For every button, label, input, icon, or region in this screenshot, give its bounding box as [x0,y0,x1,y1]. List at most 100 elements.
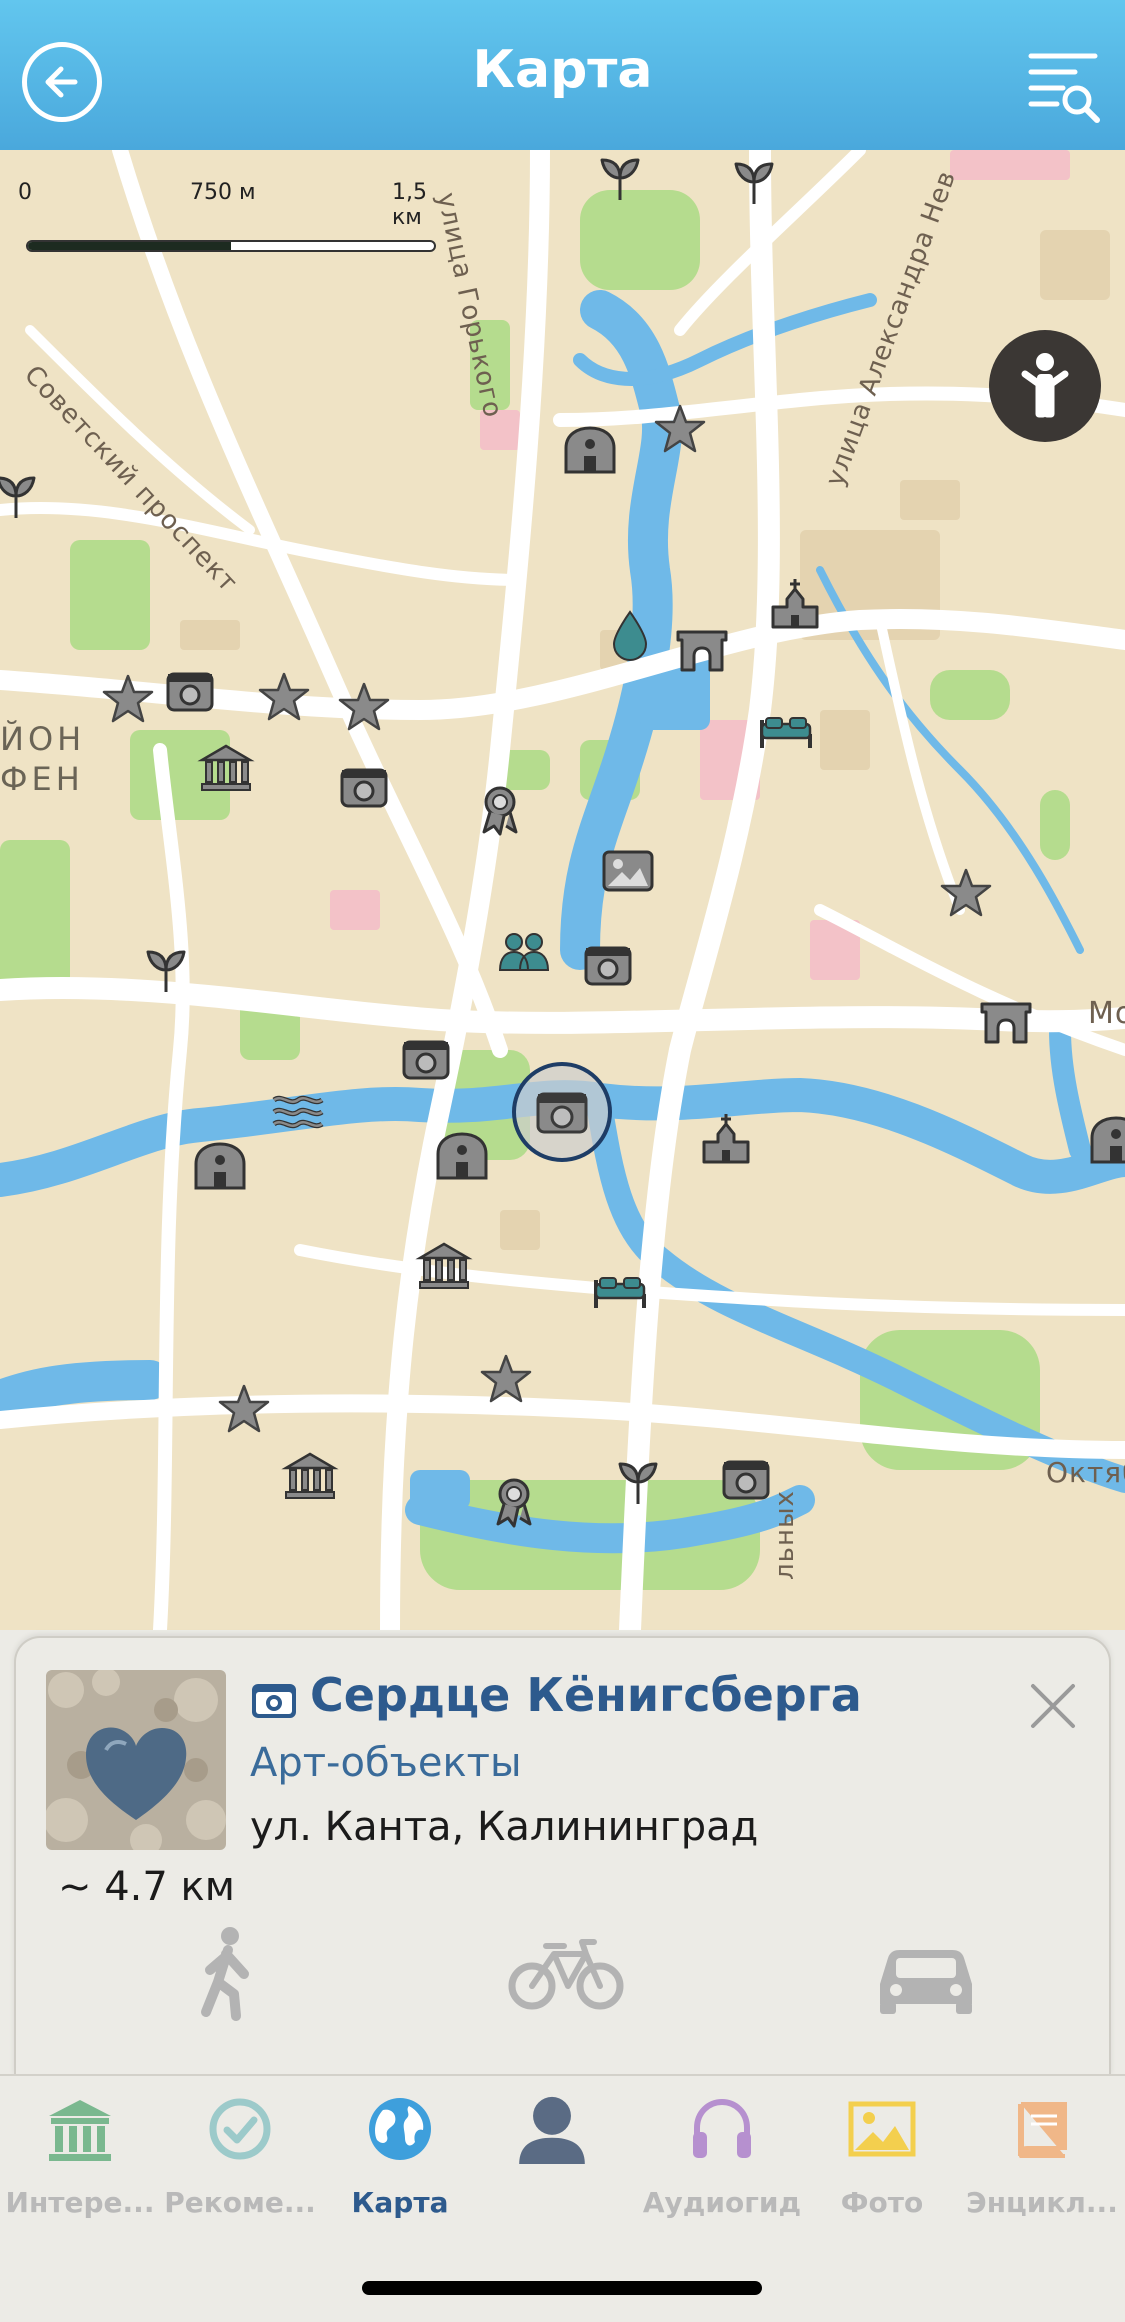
profile-icon [519,2096,585,2164]
page-title: Карта [472,40,653,100]
street-label: Мо [1088,996,1125,1031]
star-icon [258,672,310,721]
tab-recommended[interactable]: Рекоме... [160,2094,320,2244]
scale-bar-fill [28,242,231,250]
poi-marker[interactable] [0,466,46,526]
poi-marker[interactable] [696,1110,756,1170]
arch-icon [676,630,728,672]
top-bar: Карта [0,0,1125,150]
tab-label: Карта [351,2186,449,2219]
my-location-button[interactable] [989,330,1101,442]
poi-marker[interactable] [432,1126,492,1186]
star-icon [338,682,390,731]
water-drop-icon [612,610,648,662]
poi-marker[interactable] [724,152,784,212]
star-icon [480,1354,532,1403]
poi-marker[interactable] [560,420,620,480]
poi-marker[interactable] [765,575,825,635]
poi-marker[interactable] [672,618,732,678]
place-distance: ~ 4.7 км [58,1864,235,1910]
poi-marker[interactable] [214,1380,274,1440]
poi-marker[interactable] [160,662,220,722]
poi-marker[interactable] [196,738,256,798]
person-icon [1021,353,1069,418]
poi-marker[interactable] [396,1030,456,1090]
poi-marker[interactable] [650,400,710,460]
place-title: Сердце Кёнигсберга [310,1668,862,1722]
map-view[interactable]: 0 750 м 1,5 км Советский проспект улица … [0,150,1125,1630]
poi-marker[interactable] [334,678,394,738]
car-button[interactable] [866,1924,986,2024]
walk-button[interactable] [166,1924,286,2024]
camera-icon [252,1684,296,1718]
bed-icon [760,717,812,748]
place-thumbnail [46,1670,226,1850]
book-icon [1018,2102,1067,2158]
poi-marker[interactable] [334,758,394,818]
camera-icon [166,672,214,712]
bike-button[interactable] [506,1924,626,2024]
museum-icon [415,1242,473,1289]
poi-marker[interactable] [268,1080,328,1140]
tab-audioguide[interactable]: Аудиогид [642,2094,802,2244]
poi-marker[interactable] [136,940,196,1000]
arch-icon [980,1002,1032,1044]
district-label: ЙОН [0,720,86,758]
poi-marker[interactable] [280,1446,340,1506]
car-icon [880,1950,972,2014]
headphones-icon [693,2098,751,2158]
place-card[interactable]: Сердце Кёнигсберга Арт-объекты ул. Канта… [14,1636,1111,2076]
poi-marker[interactable] [98,670,158,730]
camera-icon [584,946,632,986]
museum-icon [49,2100,111,2161]
plant-icon [618,1462,658,1504]
poi-marker[interactable] [936,864,996,924]
tab-label: Аудиогид [642,2186,802,2219]
poi-marker[interactable] [190,1136,250,1196]
people-icon [498,933,550,971]
poi-marker[interactable] [756,700,816,760]
poi-marker[interactable] [590,150,650,208]
poi-marker[interactable] [494,920,554,980]
filter-search-button[interactable] [1023,46,1103,126]
museum-icon [197,744,255,791]
tab-map[interactable]: Карта [320,2094,480,2244]
church-icon [702,1114,750,1164]
poi-marker[interactable] [476,1350,536,1410]
poi-marker[interactable] [600,606,660,666]
scale-label-max: 1,5 км [392,180,427,230]
poi-marker[interactable] [254,668,314,728]
waves-icon [272,1095,324,1129]
tab-profile[interactable] [482,2094,642,2244]
poi-marker[interactable] [1086,1110,1125,1170]
scale-label-zero: 0 [18,180,32,205]
tab-photo[interactable]: Фото [802,2094,962,2244]
poi-marker[interactable] [414,1236,474,1296]
close-card-button[interactable] [1027,1680,1079,1732]
poi-marker[interactable] [608,1452,668,1512]
poi-marker[interactable] [470,780,530,840]
selected-marker[interactable] [512,1062,612,1162]
walk-icon [201,1927,249,2021]
scale-bar [26,240,436,252]
poi-marker[interactable] [976,990,1036,1050]
theater-icon [436,1132,488,1180]
camera-icon [722,1460,770,1500]
place-category[interactable]: Арт-объекты [250,1740,522,1786]
picture-icon [602,850,654,892]
tab-encyclopedia[interactable]: Энцикл... [962,2094,1122,2244]
bed-icon [594,1277,646,1308]
plant-icon [0,476,36,518]
tab-label: Энцикл... [966,2186,1118,2219]
theater-icon [1090,1116,1125,1164]
poi-marker[interactable] [590,1260,650,1320]
poi-marker[interactable] [578,936,638,996]
tab-interesting[interactable]: Интере... [0,2094,160,2244]
award-icon [496,1478,532,1528]
poi-marker[interactable] [716,1450,776,1510]
home-indicator [362,2281,762,2295]
camera-icon [536,1092,588,1134]
camera-icon [340,768,388,808]
poi-marker[interactable] [484,1472,544,1532]
poi-marker[interactable] [598,840,658,900]
